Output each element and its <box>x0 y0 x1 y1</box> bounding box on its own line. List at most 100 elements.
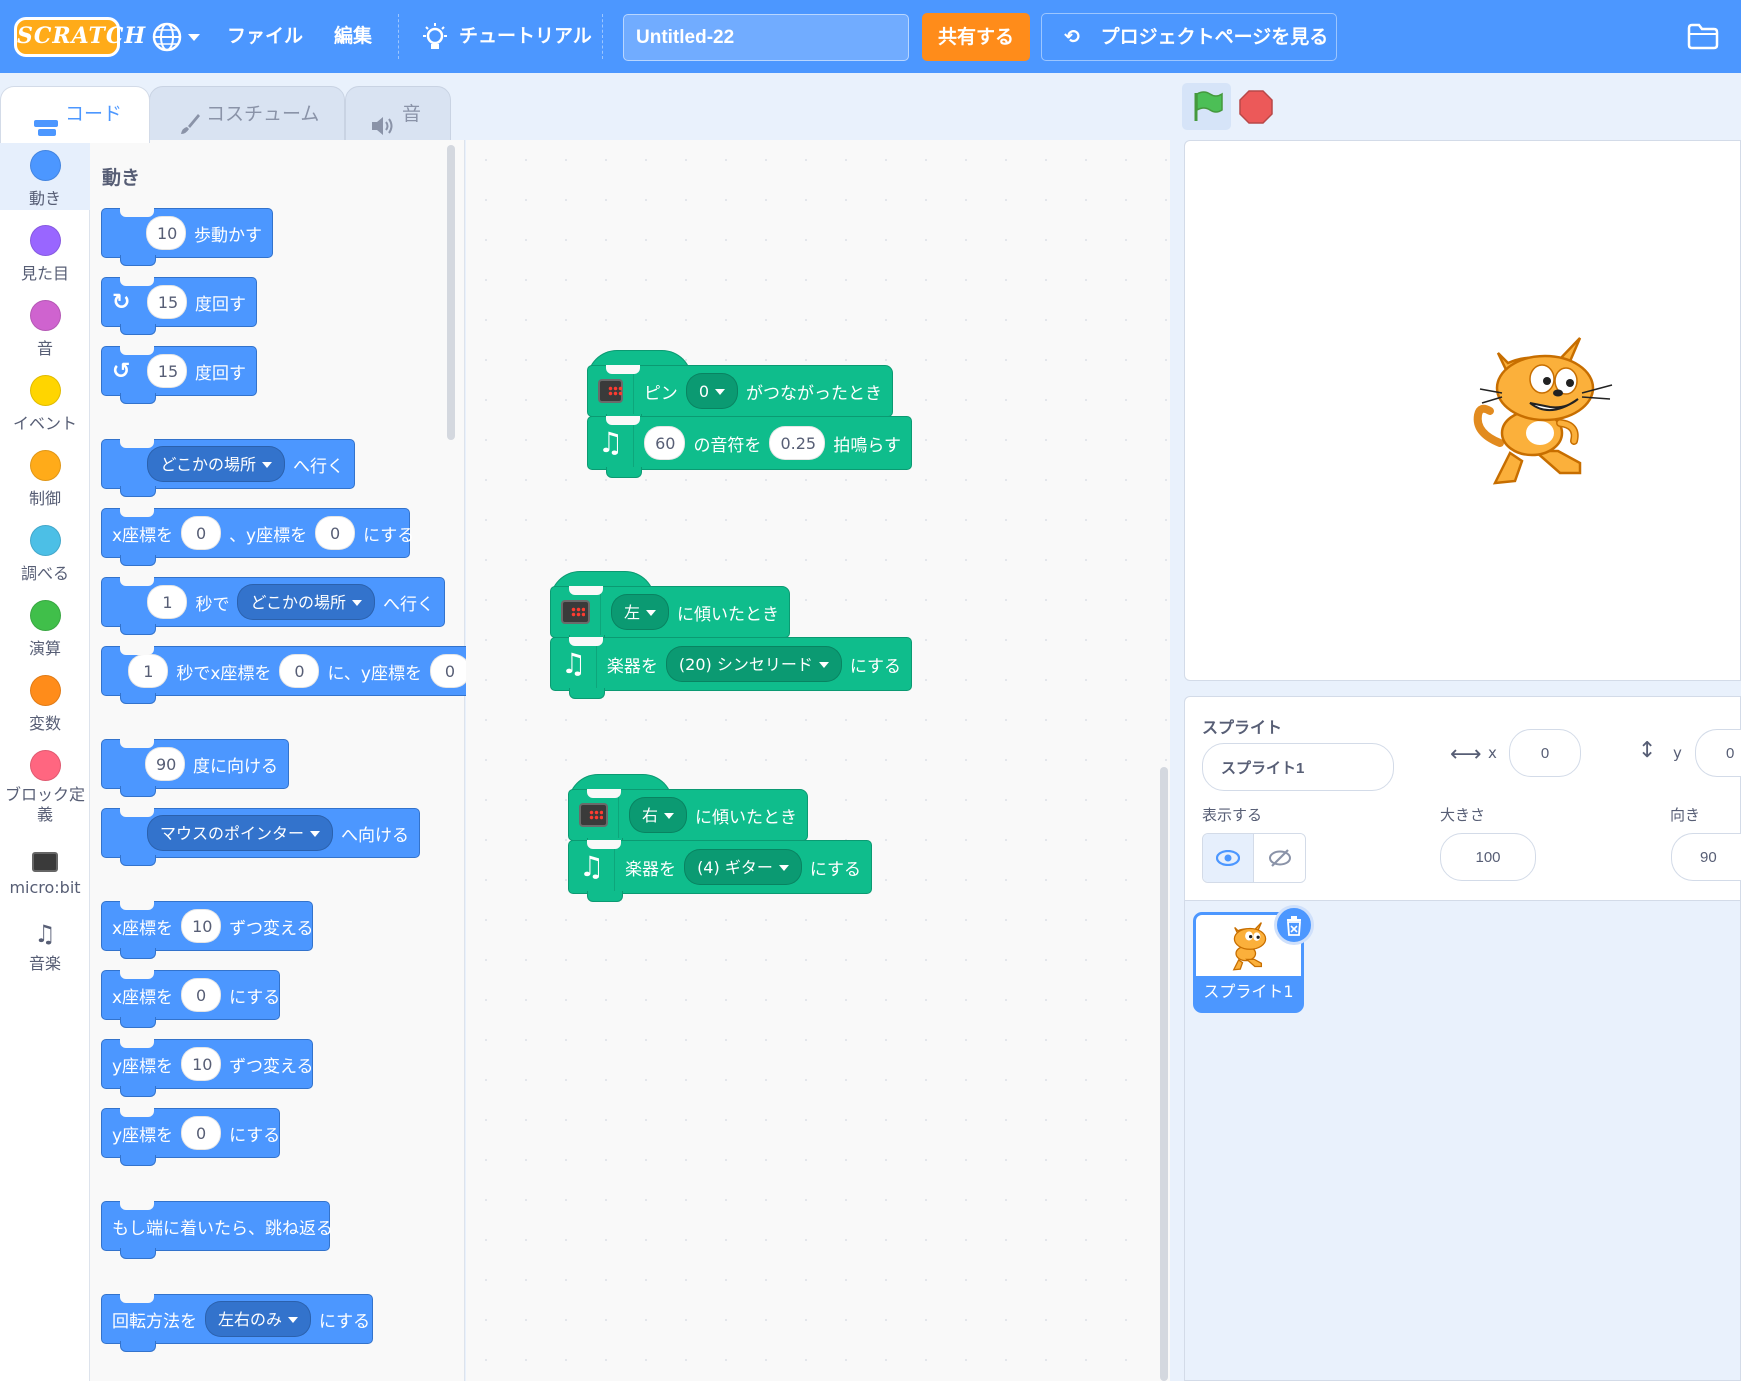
tutorials-menu[interactable]: チュートリアル <box>459 0 592 73</box>
block-text: ピン <box>643 383 678 404</box>
microbit-icon <box>561 600 591 624</box>
category-sensing[interactable]: 調べる <box>0 525 90 584</box>
block-set-instrument[interactable]: ♫ 楽器を (4) ギター にする <box>568 840 872 902</box>
category-operators[interactable]: 演算 <box>0 600 90 659</box>
rotation-style-dropdown[interactable]: 左右のみ <box>205 1301 312 1337</box>
block-text: y座標を <box>112 1056 174 1077</box>
tab-sounds[interactable]: 音 <box>345 86 451 141</box>
delete-sprite-button[interactable] <box>1274 905 1314 945</box>
block-set-instrument[interactable]: ♫ 楽器を (20) シンセリード にする <box>550 637 912 699</box>
see-project-page-button[interactable]: ⟲ プロジェクトページを見る <box>1041 13 1337 61</box>
x-position-input[interactable] <box>1509 729 1581 777</box>
block-glide-to[interactable]: 1 秒で どこかの場所 へ行く <box>101 577 445 635</box>
hide-button[interactable] <box>1254 834 1305 882</box>
category-variables[interactable]: 変数 <box>0 675 90 734</box>
block-play-note[interactable]: ♫ 60 の音符を 0.25 拍鳴らす <box>587 416 912 478</box>
block-set-x[interactable]: x座標を 0 にする <box>101 970 280 1028</box>
category-sound[interactable]: 音 <box>0 300 90 359</box>
instrument-dropdown[interactable]: (20) シンセリード <box>665 646 842 682</box>
block-when-tilted-left[interactable]: 左 に傾いたとき <box>550 586 790 646</box>
sensing-category-icon <box>29 525 61 556</box>
category-my-blocks[interactable]: ブロック定義 <box>0 750 90 825</box>
block-bounce-on-edge[interactable]: もし端に着いたら、跳ね返る <box>101 1201 333 1259</box>
size-label: 大きさ <box>1440 806 1486 824</box>
language-menu[interactable] <box>150 20 204 54</box>
tab-code[interactable]: コード <box>0 86 150 143</box>
x-input[interactable]: 0 <box>181 516 222 550</box>
block-turn-left[interactable]: ↺ 15 度回す <box>101 346 257 404</box>
block-turn-right[interactable]: ↻ 15 度回す <box>101 277 257 335</box>
code-workspace[interactable] <box>466 140 1170 1381</box>
category-microbit[interactable]: micro:bit <box>0 852 90 897</box>
degrees-input[interactable]: 15 <box>146 285 187 319</box>
category-looks[interactable]: 見た目 <box>0 225 90 284</box>
tab-code-label: コード <box>65 103 123 125</box>
block-when-tilted-right[interactable]: 右 に傾いたとき <box>568 789 808 849</box>
beats-input[interactable]: 0.25 <box>769 426 826 460</box>
x-input[interactable]: 0 <box>181 978 222 1012</box>
cat-sprite-on-stage[interactable] <box>1470 333 1620 497</box>
block-text: に傾いたとき <box>695 807 797 828</box>
towards-target-dropdown[interactable]: マウスのポインター <box>146 815 333 851</box>
pin-dropdown[interactable]: 0 <box>685 373 738 409</box>
y-arrows-icon: ↕ <box>1638 738 1657 763</box>
category-events[interactable]: イベント <box>0 375 90 434</box>
instrument-dropdown[interactable]: (4) ギター <box>684 849 802 885</box>
show-button[interactable] <box>1203 834 1255 882</box>
degrees-input[interactable]: 15 <box>146 354 187 388</box>
tilt-direction-dropdown[interactable]: 左 <box>610 594 669 630</box>
sprite-name-input[interactable] <box>1202 743 1394 791</box>
project-title-input[interactable] <box>623 14 909 61</box>
category-label: 見た目 <box>20 264 69 283</box>
stop-button[interactable] <box>1238 89 1274 129</box>
block-goto-xy[interactable]: x座標を 0 、y座標を 0 にする <box>101 508 414 566</box>
category-control[interactable]: 制御 <box>0 450 90 509</box>
stage[interactable] <box>1184 140 1741 681</box>
block-goto[interactable]: どこかの場所 へ行く <box>101 439 355 497</box>
block-text: y座標を <box>112 1125 174 1146</box>
note-input[interactable]: 60 <box>644 426 686 460</box>
scratch-logo[interactable]: SCRATCH <box>14 17 145 57</box>
category-label: 変数 <box>28 714 61 733</box>
size-input[interactable] <box>1440 833 1536 881</box>
block-set-rotation-style[interactable]: 回転方法を 左右のみ にする <box>101 1294 373 1352</box>
block-point-direction[interactable]: 90 度に向ける <box>101 739 289 797</box>
y-input[interactable]: 0 <box>430 654 470 688</box>
tilt-direction-dropdown[interactable]: 右 <box>628 797 687 833</box>
music-notes-icon: ♫ <box>579 850 605 883</box>
glide-target-dropdown[interactable]: どこかの場所 <box>237 584 375 620</box>
category-label: 動き <box>28 189 61 208</box>
share-button[interactable]: 共有する <box>922 13 1030 61</box>
y-input[interactable]: 0 <box>315 516 356 550</box>
block-change-x[interactable]: x座標を 10 ずつ変える <box>101 901 314 959</box>
block-change-y[interactable]: y座標を 10 ずつ変える <box>101 1039 314 1097</box>
block-move-steps[interactable]: 10 歩動かす <box>101 208 273 266</box>
block-when-pin-connected[interactable]: ピン 0 がつながったとき <box>587 365 893 425</box>
palette-section-title: 動き <box>102 167 141 189</box>
x-input[interactable]: 0 <box>279 654 320 688</box>
y-input[interactable]: 0 <box>181 1116 222 1150</box>
block-point-towards[interactable]: マウスのポインター へ向ける <box>101 808 420 866</box>
category-music[interactable]: ♫ 音楽 <box>0 920 90 974</box>
my-blocks-category-icon <box>29 750 61 781</box>
direction-input[interactable] <box>1671 833 1741 881</box>
goto-target-dropdown[interactable]: どこかの場所 <box>147 446 285 482</box>
file-menu[interactable]: ファイル <box>227 0 303 73</box>
block-set-y[interactable]: y座標を 0 にする <box>101 1108 280 1166</box>
green-flag-button[interactable] <box>1182 83 1231 130</box>
steps-input[interactable]: 10 <box>146 216 186 250</box>
edit-menu[interactable]: 編集 <box>334 0 372 73</box>
block-glide-xy[interactable]: 1 秒でx座標を 0 に、y座標を 0 <box>101 646 481 704</box>
tab-costumes[interactable]: コスチューム <box>149 86 345 141</box>
category-label: 音 <box>36 339 53 358</box>
my-stuff-folder-icon[interactable] <box>1687 22 1719 54</box>
y-change-input[interactable]: 10 <box>181 1047 222 1081</box>
direction-input[interactable]: 90 <box>145 747 185 781</box>
y-position-input[interactable] <box>1695 729 1741 777</box>
y-label: y <box>1673 744 1682 762</box>
palette-scrollbar[interactable] <box>447 145 455 440</box>
seconds-input[interactable]: 1 <box>128 654 169 688</box>
workspace-scrollbar[interactable] <box>1160 767 1168 1381</box>
x-change-input[interactable]: 10 <box>181 909 222 943</box>
seconds-input[interactable]: 1 <box>147 585 188 619</box>
